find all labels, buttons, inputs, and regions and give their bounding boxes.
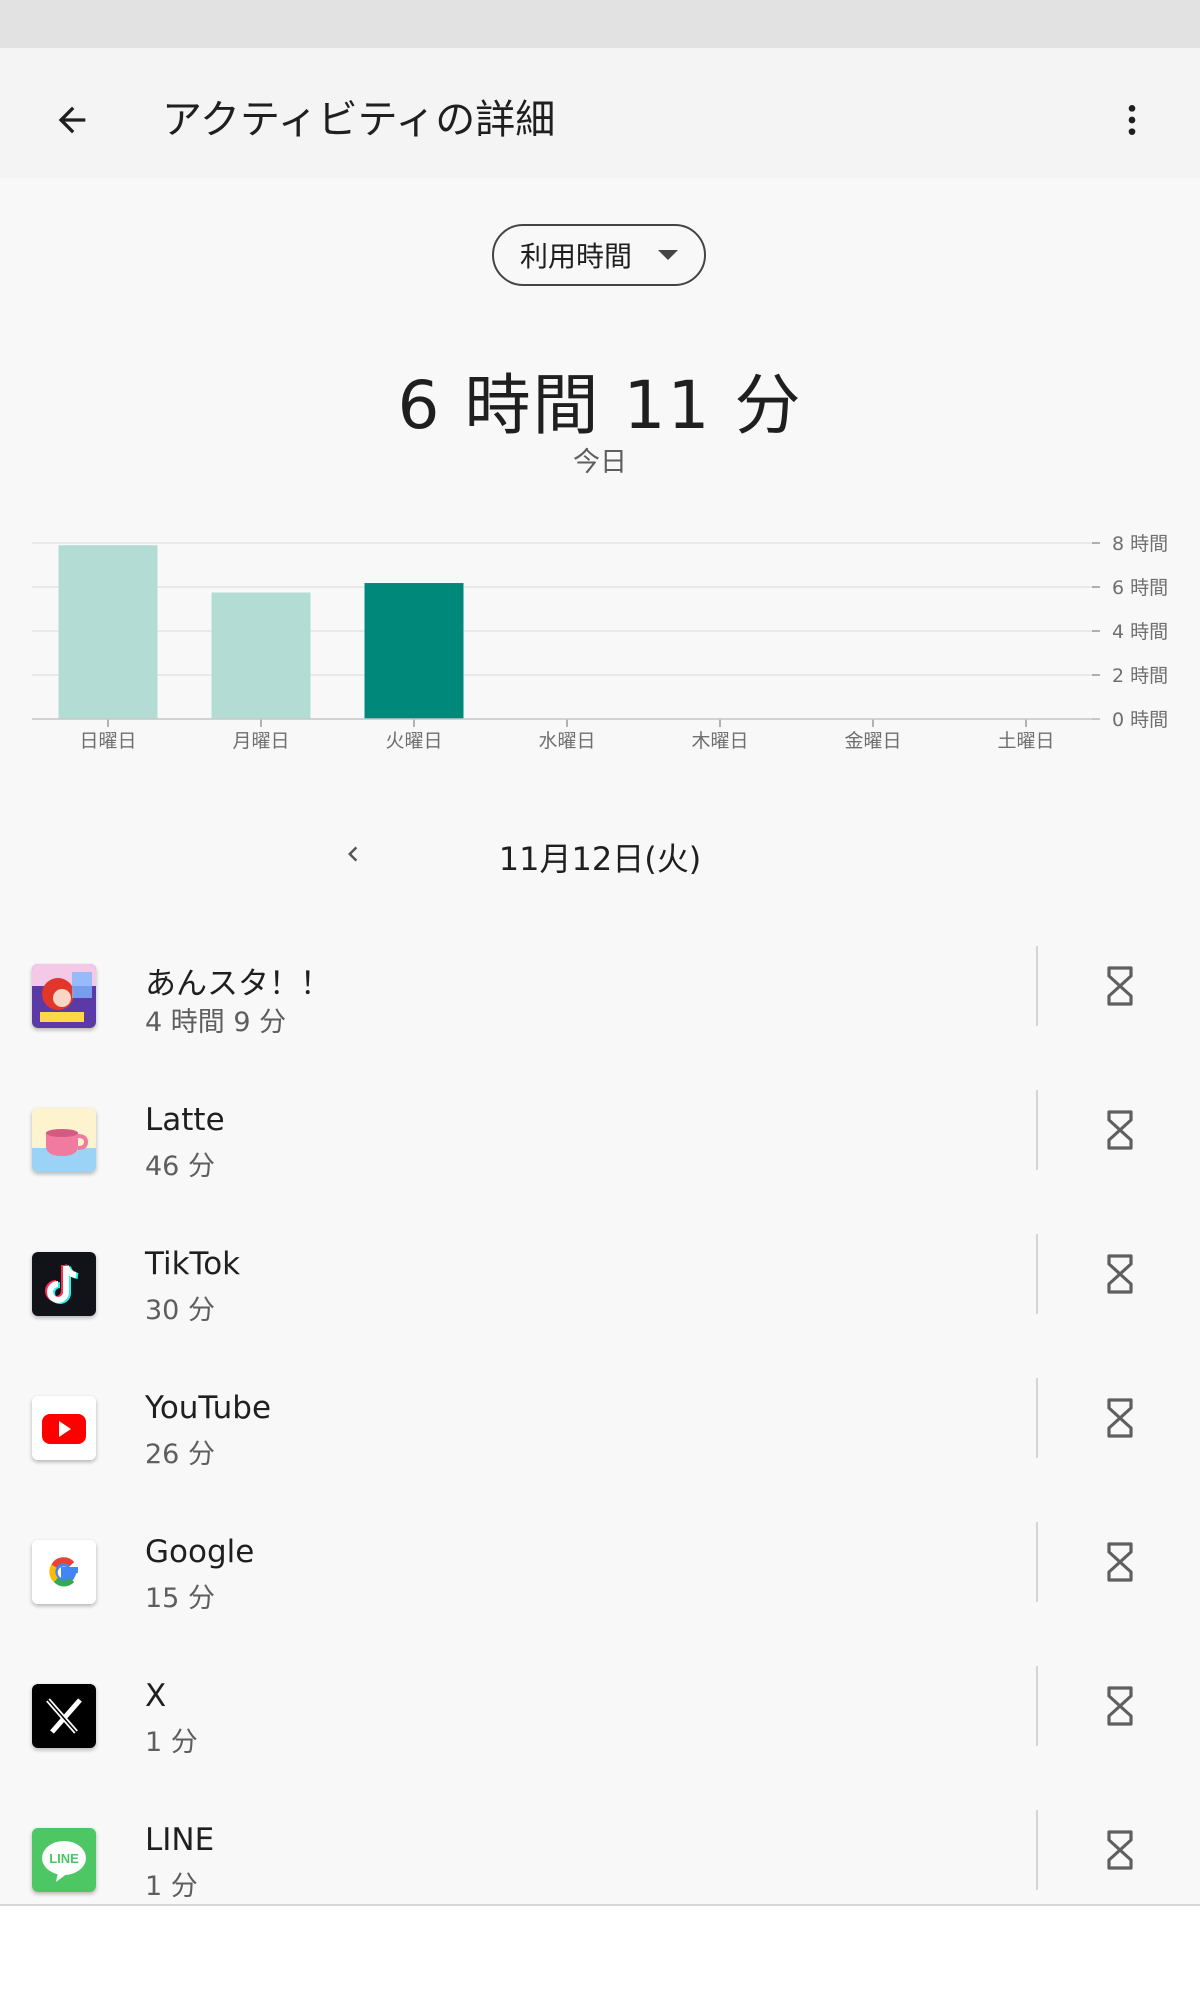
app-timer-button[interactable] (1090, 1242, 1150, 1306)
app-name: Google (145, 1534, 255, 1570)
hourglass-icon (1107, 1110, 1133, 1150)
bottom-area (0, 1906, 1200, 2000)
app-usage-time: 26 分 (145, 1439, 215, 1470)
row-divider (1036, 1810, 1038, 1890)
hourglass-icon (1107, 966, 1133, 1006)
more-vert-icon (1128, 105, 1136, 135)
metric-selector[interactable]: 利用時間 (492, 224, 706, 286)
app-usage-time: 15 分 (145, 1583, 215, 1614)
row-divider (1036, 1234, 1038, 1314)
app-timer-button[interactable] (1090, 1098, 1150, 1162)
app-usage-time: 4 時間 9 分 (145, 1007, 287, 1038)
app-timer-button[interactable] (1090, 1818, 1150, 1882)
app-name: Latte (145, 1102, 225, 1138)
total-usage-period: 今日 (573, 447, 627, 478)
hourglass-icon (1107, 1542, 1133, 1582)
x-axis-day-label[interactable]: 木曜日 (691, 730, 748, 752)
x-axis-day-label[interactable]: 土曜日 (997, 730, 1054, 752)
more-options-button[interactable] (1100, 88, 1164, 152)
x-axis-day-label[interactable]: 月曜日 (232, 730, 289, 752)
dropdown-caret-icon (658, 250, 678, 260)
x-axis-day-label[interactable]: 金曜日 (844, 730, 901, 752)
app-usage-time: 1 分 (145, 1727, 198, 1758)
line-logo-text: LINE (49, 1851, 79, 1866)
chart-bar-2[interactable] (364, 583, 464, 719)
usage-bar-chart: 0 時間 2 時間 4 時間 6 時間 8 時間日曜日 月曜日 火曜日 水曜日 木曜日 金曜日 土曜… (32, 533, 1168, 752)
app-timer-button[interactable] (1090, 954, 1150, 1018)
total-usage-time: 6 時間 11 分 (397, 367, 803, 444)
status-bar (0, 0, 1200, 48)
app-name: LINE (145, 1822, 215, 1858)
row-divider (1036, 1666, 1038, 1746)
row-divider (1036, 1090, 1038, 1170)
row-divider (1036, 1522, 1038, 1602)
metric-selector-label: 利用時間 (519, 240, 632, 273)
app-usage-list: あんスタ！！ 4 時間 9 分 Latte 46 分 TikTok 30 分 Y… (0, 930, 1200, 1938)
app-row-ensemble-stars[interactable]: あんスタ！！ 4 時間 9 分 (0, 930, 1200, 1074)
youtube-icon (32, 1396, 96, 1460)
ensemble-stars-icon (32, 964, 96, 1028)
google-icon (32, 1540, 96, 1604)
app-name: TikTok (145, 1246, 241, 1282)
x-axis-day-label[interactable]: 日曜日 (79, 730, 136, 752)
app-row-tiktok[interactable]: TikTok 30 分 (0, 1218, 1200, 1362)
hourglass-icon (1107, 1830, 1133, 1870)
chart-bar-0[interactable] (58, 545, 158, 719)
y-axis-tick-label: 6 時間 (1112, 577, 1168, 599)
previous-day-button[interactable] (325, 826, 381, 882)
y-axis-tick-label: 0 時間 (1112, 709, 1168, 731)
y-axis-tick-label: 8 時間 (1112, 533, 1168, 555)
hourglass-icon (1107, 1686, 1133, 1726)
hourglass-icon (1107, 1254, 1133, 1294)
app-row-google[interactable]: Google 15 分 (0, 1506, 1200, 1650)
arrow-back-icon (58, 106, 86, 134)
x-icon (32, 1684, 96, 1748)
row-divider (1036, 1378, 1038, 1458)
line-icon: LINE (32, 1828, 96, 1892)
app-row-youtube[interactable]: YouTube 26 分 (0, 1362, 1200, 1506)
app-usage-time: 30 分 (145, 1295, 215, 1326)
selected-date: 11月12日(火) (498, 840, 702, 878)
chart-bar-1[interactable] (211, 592, 311, 720)
app-usage-time: 46 分 (145, 1151, 215, 1182)
app-name: YouTube (145, 1390, 272, 1426)
app-row-latte[interactable]: Latte 46 分 (0, 1074, 1200, 1218)
x-axis-day-label[interactable]: 火曜日 (385, 730, 442, 752)
tiktok-icon (32, 1252, 96, 1316)
app-name: X (145, 1678, 167, 1714)
app-timer-button[interactable] (1090, 1386, 1150, 1450)
app-bar: アクティビティの詳細 (0, 48, 1200, 178)
latte-icon (32, 1108, 96, 1172)
chevron-left-icon (348, 846, 358, 862)
y-axis-tick-label: 2 時間 (1112, 665, 1168, 687)
x-axis-day-label[interactable]: 水曜日 (538, 730, 595, 752)
app-usage-time: 1 分 (145, 1871, 198, 1902)
hourglass-icon (1107, 1398, 1133, 1438)
app-timer-button[interactable] (1090, 1530, 1150, 1594)
app-row-x[interactable]: X 1 分 (0, 1650, 1200, 1794)
app-name: あんスタ！！ (145, 966, 331, 1002)
app-timer-button[interactable] (1090, 1674, 1150, 1738)
row-divider (1036, 946, 1038, 1026)
page-title: アクティビティの詳細 (162, 97, 556, 143)
back-button[interactable] (40, 88, 104, 152)
y-axis-tick-label: 4 時間 (1112, 621, 1168, 643)
